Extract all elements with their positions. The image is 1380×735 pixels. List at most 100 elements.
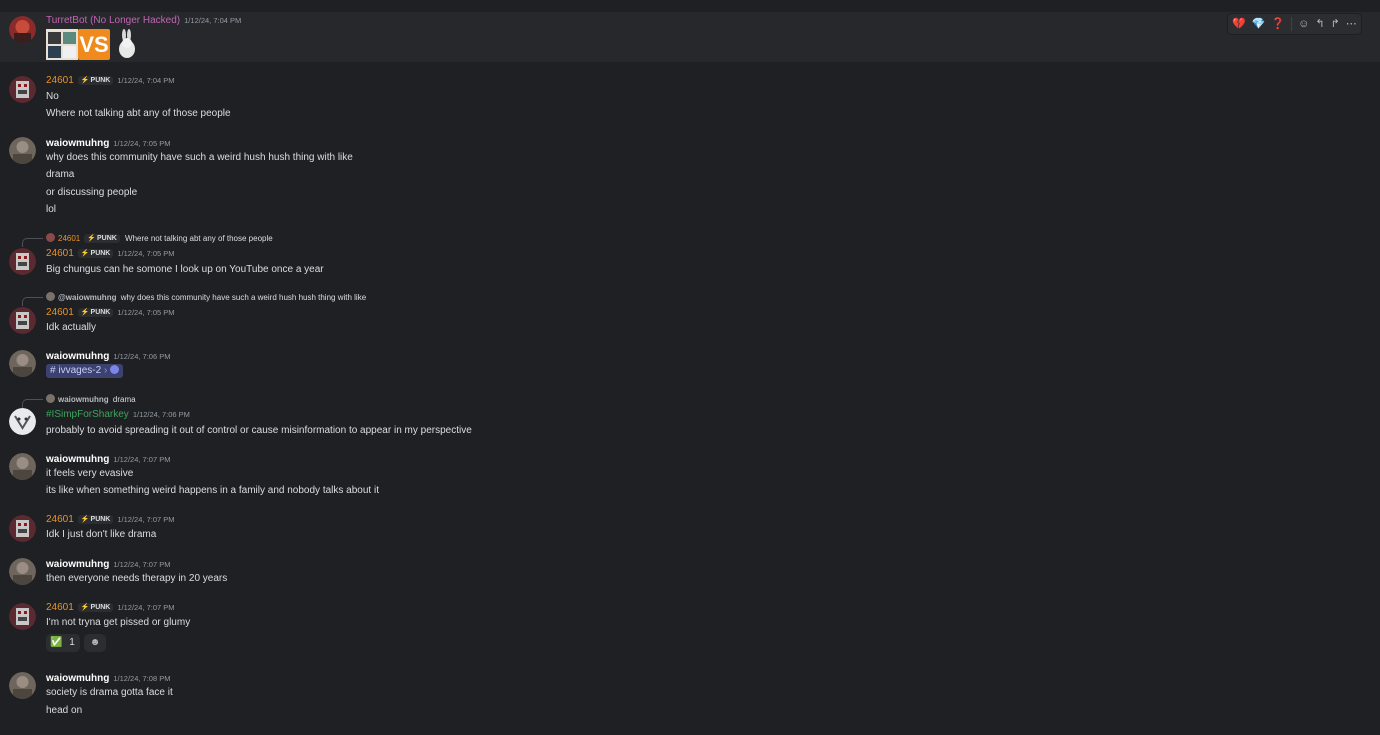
avatar[interactable] <box>9 307 36 334</box>
avatar[interactable] <box>9 76 36 103</box>
reply-icon[interactable]: ↰ <box>1315 18 1324 30</box>
avatar[interactable] <box>9 672 36 699</box>
message-24601[interactable]: 24601 ⚡PUNK 1/12/24, 7:04 PM No Where not … <box>0 74 1380 124</box>
message-header: waiowmuhng 1/12/24, 7:07 PM <box>46 454 170 466</box>
message-waiowmuhng[interactable]: waiowmuhng 1/12/24, 7:06 PM <box>0 349 1380 383</box>
username[interactable]: 24601 <box>46 75 74 86</box>
question-icon[interactable]: ❓ <box>1271 18 1285 30</box>
message-waiowmuhng[interactable]: waiowmuhng 1/12/24, 7:05 PM why does this… <box>0 136 1380 220</box>
chat-scroller[interactable]: TurretBot (No Longer Hacked) 1/12/24, 7:0… <box>0 0 1380 735</box>
avatar[interactable] <box>9 603 36 630</box>
reaction-count: 1 <box>69 637 75 648</box>
avatar[interactable] <box>9 350 36 377</box>
reply-preview[interactable]: @waiowmuhng why does this community have… <box>46 292 366 303</box>
chevron-right-icon: › <box>103 365 108 376</box>
message-text: society is drama gotta face it <box>46 687 173 698</box>
message-header: waiowmuhng 1/12/24, 7:07 PM <box>46 559 170 571</box>
message-text: probably to avoid spreading it out of co… <box>46 425 472 436</box>
avatar[interactable] <box>9 515 36 542</box>
clan-tag: ⚡PUNK <box>84 234 120 243</box>
message-waiowmuhng[interactable]: waiowmuhng 1/12/24, 7:07 PM it feels very… <box>0 452 1380 502</box>
timestamp: 1/12/24, 7:04 PM <box>117 76 175 85</box>
message-header: waiowmuhng 1/12/24, 7:06 PM <box>46 351 170 363</box>
bunny-sticker[interactable] <box>116 29 138 60</box>
bolt-icon: ⚡ <box>80 516 90 523</box>
message-24601[interactable]: 24601 ⚡PUNK 1/12/24, 7:07 PM Idk I just do… <box>0 513 1380 547</box>
message-header: 24601 ⚡PUNK 1/12/24, 7:07 PM <box>46 602 175 614</box>
message-header: waiowmuhng 1/12/24, 7:08 PM <box>46 673 170 685</box>
message-toolbar: 💔 💎 ❓ ☺ ↰ ↱ ⋯ <box>1228 14 1361 34</box>
forward-icon[interactable]: ↱ <box>1331 18 1340 30</box>
reply-preview[interactable]: 24601 ⚡PUNK Where not talking abt any of … <box>46 233 273 244</box>
username[interactable]: waiowmuhng <box>46 351 109 362</box>
message-24601-reply[interactable]: 24601 ⚡PUNK Where not talking abt any of … <box>0 232 1380 280</box>
timestamp: 1/12/24, 7:07 PM <box>117 515 175 524</box>
message-text: Idk I just don't like drama <box>46 529 157 540</box>
reply-author[interactable]: @waiowmuhng <box>58 293 116 302</box>
message-24601-reply[interactable]: @waiowmuhng why does this community have… <box>0 291 1380 337</box>
avatar[interactable] <box>9 408 36 435</box>
message-header: 24601 ⚡PUNK 1/12/24, 7:04 PM <box>46 75 175 87</box>
sticker-image[interactable] <box>46 29 78 60</box>
message-isimpforsharkey[interactable]: waiowmuhng drama #ISimpForSharkey 1/12/24… <box>0 393 1380 439</box>
username[interactable]: waiowmuhng <box>46 454 109 465</box>
reaction-checkmark[interactable]: ✅ 1 <box>46 634 80 652</box>
bolt-icon: ⚡ <box>87 235 96 242</box>
avatar[interactable] <box>9 558 36 585</box>
reply-connector <box>22 297 43 306</box>
avatar[interactable] <box>9 248 36 275</box>
clan-tag-label: PUNK <box>90 77 111 84</box>
reply-author[interactable]: 24601 <box>58 234 80 243</box>
bolt-icon: ⚡ <box>80 250 90 257</box>
mini-avatar <box>46 394 55 403</box>
timestamp: 1/12/24, 7:07 PM <box>113 455 171 464</box>
thread-icon <box>110 365 120 374</box>
clan-tag[interactable]: ⚡PUNK <box>77 515 114 524</box>
channel-mention[interactable]: # ivvages-2 › <box>46 364 124 378</box>
message-text: Where not talking abt any of those peopl… <box>46 108 231 119</box>
username[interactable]: waiowmuhng <box>46 673 109 684</box>
message-text: lol <box>46 204 57 215</box>
username[interactable]: 24601 <box>46 602 74 613</box>
message-turretbot[interactable]: TurretBot (No Longer Hacked) 1/12/24, 7:0… <box>0 12 1380 62</box>
timestamp: 1/12/24, 7:04 PM <box>184 16 242 25</box>
username[interactable]: waiowmuhng <box>46 138 109 149</box>
timestamp: 1/12/24, 7:08 PM <box>113 674 171 683</box>
clan-tag[interactable]: ⚡PUNK <box>77 308 114 317</box>
message-24601[interactable]: 24601 ⚡PUNK 1/12/24, 7:07 PM I'm not tryna… <box>0 601 1380 657</box>
message-text: I'm not tryna get pissed or glumy <box>46 617 191 628</box>
username[interactable]: 24601 <box>46 514 74 525</box>
reply-preview[interactable]: waiowmuhng drama <box>46 394 136 405</box>
message-waiowmuhng[interactable]: waiowmuhng 1/12/24, 7:08 PM society is dr… <box>0 671 1380 721</box>
reply-connector <box>22 399 43 408</box>
username[interactable]: 24601 <box>46 248 74 259</box>
username[interactable]: 24601 <box>46 307 74 318</box>
check-icon: ✅ <box>50 637 63 648</box>
message-text: drama <box>46 169 75 180</box>
reply-author[interactable]: waiowmuhng <box>58 395 109 404</box>
add-reaction-button[interactable]: ☻ <box>84 634 106 652</box>
message-waiowmuhng[interactable]: waiowmuhng 1/12/24, 7:07 PM then everyone… <box>0 557 1380 591</box>
timestamp: 1/12/24, 7:06 PM <box>113 352 171 361</box>
username[interactable]: TurretBot (No Longer Hacked) <box>46 15 180 26</box>
broken-heart-icon[interactable]: 💔 <box>1232 18 1246 30</box>
more-icon[interactable]: ⋯ <box>1346 18 1357 30</box>
add-reaction-icon[interactable]: ☺ <box>1298 18 1309 30</box>
clan-tag[interactable]: ⚡PUNK <box>77 76 114 85</box>
bolt-icon: ⚡ <box>80 77 90 84</box>
avatar[interactable] <box>9 137 36 164</box>
message-header: 24601 ⚡PUNK 1/12/24, 7:05 PM <box>46 307 175 319</box>
timestamp: 1/12/24, 7:05 PM <box>117 308 175 317</box>
vs-sticker[interactable]: VS <box>78 29 110 60</box>
clan-tag[interactable]: ⚡PUNK <box>77 249 114 258</box>
username[interactable]: #ISimpForSharkey <box>46 409 129 420</box>
avatar[interactable] <box>9 16 36 43</box>
bolt-icon: ⚡ <box>80 309 90 316</box>
message-text: it feels very evasive <box>46 468 134 479</box>
clan-tag[interactable]: ⚡PUNK <box>77 603 114 612</box>
username[interactable]: waiowmuhng <box>46 559 109 570</box>
gem-icon[interactable]: 💎 <box>1252 18 1266 30</box>
message-text: Big chungus can he somone I look up on Y… <box>46 264 324 275</box>
avatar[interactable] <box>9 453 36 480</box>
clan-tag-label: PUNK <box>90 309 111 316</box>
